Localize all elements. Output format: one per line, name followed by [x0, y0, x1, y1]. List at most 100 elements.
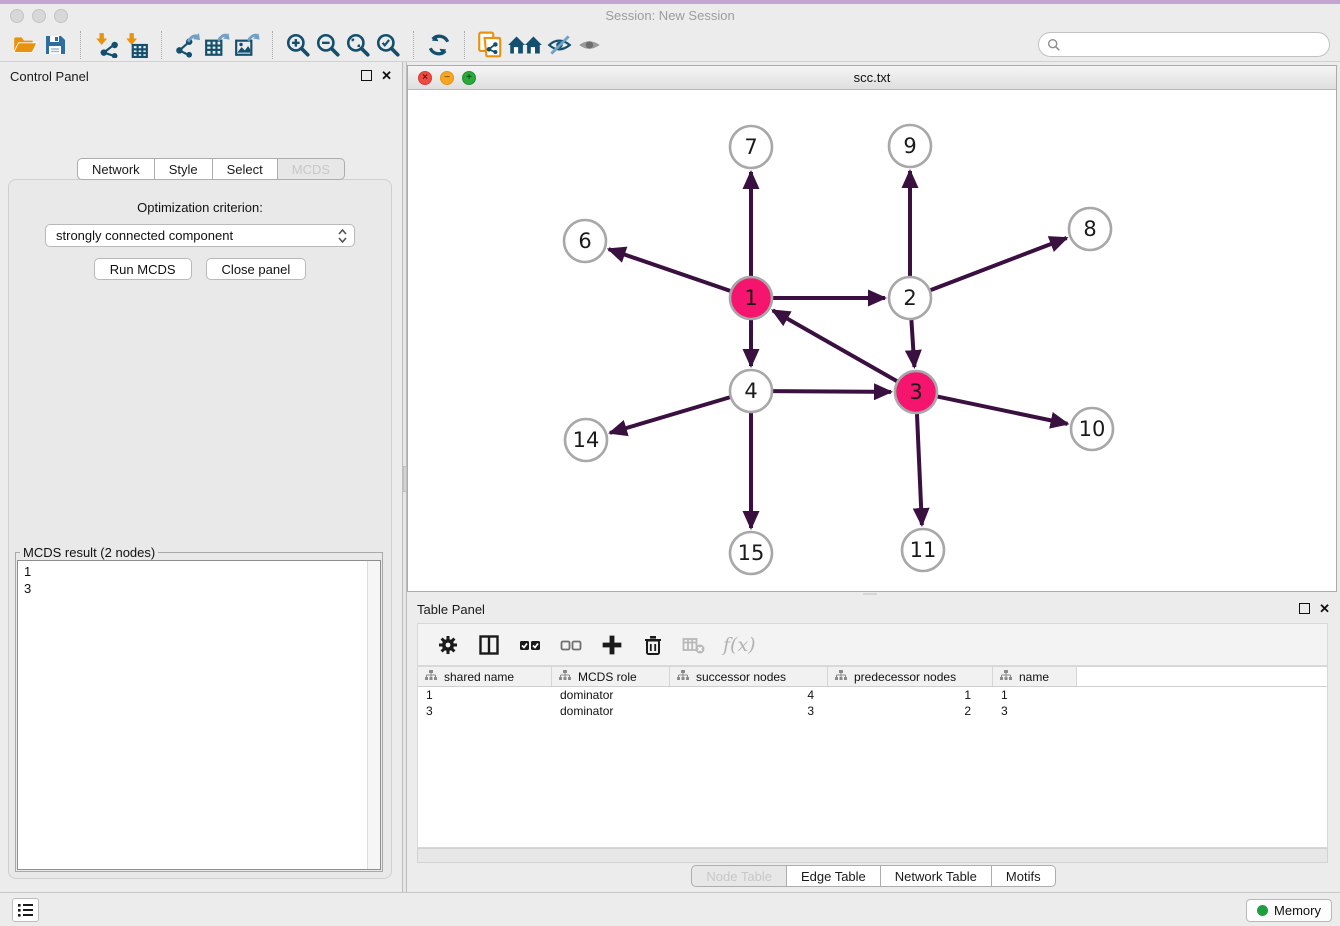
delete-table-icon[interactable] [682, 633, 706, 657]
close-table-panel-icon[interactable]: ✕ [1319, 601, 1330, 617]
node-label-3: 3 [909, 380, 922, 404]
import-table-icon[interactable] [121, 30, 151, 60]
node-table-body: 1dominator4113dominator323 [418, 687, 1327, 719]
table-tabs: Node TableEdge TableNetwork TableMotifs [407, 865, 1340, 887]
tree-icon [835, 670, 847, 684]
search-icon [1047, 38, 1061, 52]
column-header-name[interactable]: name [993, 667, 1077, 686]
tab-motifs[interactable]: Motifs [992, 865, 1056, 887]
mcds-panel: Optimization criterion: strongly connect… [8, 179, 392, 879]
apply-layout-icon[interactable] [424, 30, 454, 60]
show-columns-icon[interactable] [477, 633, 501, 657]
import-network-icon[interactable] [91, 30, 121, 60]
table-cell-filler [1077, 687, 1327, 703]
tab-select[interactable]: Select [213, 158, 278, 180]
export-image-icon[interactable] [232, 30, 262, 60]
network-view-window: × − + scc.txt 7968124314101511 [407, 65, 1337, 592]
float-table-panel-icon[interactable] [1299, 603, 1310, 614]
dropdown-value: strongly connected component [56, 228, 233, 243]
node-label-9: 9 [903, 134, 916, 158]
delete-column-trash-icon[interactable] [641, 633, 665, 657]
edge-1-6[interactable] [609, 249, 731, 291]
export-table-icon[interactable] [202, 30, 232, 60]
status-bar: Memory [0, 892, 1340, 926]
search-input[interactable] [1065, 37, 1329, 52]
result-scrollbar[interactable] [367, 561, 380, 869]
tab-network-table[interactable]: Network Table [881, 865, 992, 887]
save-session-icon[interactable] [40, 30, 70, 60]
tree-icon [425, 670, 437, 684]
network-graph: 7968124314101511 [408, 90, 1336, 591]
zoom-fit-icon[interactable] [343, 30, 373, 60]
memory-status-icon [1257, 905, 1268, 916]
search-box[interactable] [1038, 32, 1330, 57]
table-cell: dominator [552, 703, 670, 719]
tree-icon [677, 670, 689, 684]
show-panel-eye-icon[interactable] [575, 30, 605, 60]
mcds-result-area[interactable]: 1 3 [17, 560, 381, 870]
edge-4-3[interactable] [773, 391, 891, 392]
table-cell: dominator [552, 687, 670, 703]
table-toolbar: f(x) [417, 623, 1328, 666]
close-panel-icon[interactable]: ✕ [381, 68, 392, 84]
add-column-icon[interactable] [600, 633, 624, 657]
table-row[interactable]: 3dominator323 [418, 703, 1327, 719]
column-header-predecessor-nodes[interactable]: predecessor nodes [828, 667, 993, 686]
close-panel-button[interactable]: Close panel [206, 258, 307, 280]
zoom-out-icon[interactable] [313, 30, 343, 60]
tab-node-table[interactable]: Node Table [691, 865, 787, 887]
select-all-icon[interactable] [518, 633, 542, 657]
dropdown-stepper-icon [337, 227, 348, 245]
table-cell: 3 [670, 703, 828, 719]
table-cell: 1 [828, 687, 993, 703]
tab-style[interactable]: Style [155, 158, 213, 180]
export-network-icon[interactable] [172, 30, 202, 60]
tab-edge-table[interactable]: Edge Table [787, 865, 881, 887]
tree-icon [559, 670, 571, 684]
node-label-7: 7 [744, 135, 757, 159]
memory-button[interactable]: Memory [1246, 899, 1332, 922]
control-panel: Control Panel ✕ NetworkStyleSelectMCDS O… [0, 62, 402, 892]
column-header-shared-name[interactable]: shared name [418, 667, 552, 686]
mcds-result-lines: 1 3 [18, 561, 380, 599]
table-options-gear-icon[interactable] [436, 633, 460, 657]
zoom-in-icon[interactable] [283, 30, 313, 60]
duplicate-network-icon[interactable] [475, 30, 505, 60]
table-row[interactable]: 1dominator411 [418, 687, 1327, 703]
function-builder-icon[interactable]: f(x) [723, 634, 756, 656]
optimization-criterion-dropdown[interactable]: strongly connected component [45, 224, 355, 247]
hide-panel-eye-icon[interactable] [545, 30, 575, 60]
control-panel-tabs: NetworkStyleSelectMCDS [77, 158, 345, 180]
float-panel-icon[interactable] [361, 70, 372, 81]
node-label-10: 10 [1079, 417, 1106, 441]
network-window-title: scc.txt [408, 70, 1336, 85]
open-session-icon[interactable] [10, 30, 40, 60]
edge-2-8[interactable] [931, 238, 1067, 290]
edge-2-3[interactable] [911, 320, 914, 367]
table-panel: Table Panel ✕ [407, 595, 1340, 890]
task-history-button[interactable] [12, 898, 39, 922]
tab-network[interactable]: Network [77, 158, 155, 180]
column-header-MCDS-role[interactable]: MCDS role [552, 667, 670, 686]
control-panel-title: Control Panel [10, 69, 89, 84]
network-canvas[interactable]: 7968124314101511 [408, 90, 1336, 591]
table-panel-title: Table Panel [417, 602, 485, 617]
node-label-6: 6 [578, 229, 591, 253]
table-cell: 3 [418, 703, 552, 719]
node-label-15: 15 [738, 541, 765, 565]
memory-label: Memory [1274, 903, 1321, 918]
edge-3-11[interactable] [917, 414, 922, 525]
zoom-selected-icon[interactable] [373, 30, 403, 60]
table-scroll-strip[interactable] [417, 848, 1328, 863]
edge-4-14[interactable] [610, 397, 730, 433]
run-mcds-button[interactable]: Run MCDS [94, 258, 192, 280]
home-view-icon[interactable] [505, 30, 545, 60]
network-window-titlebar[interactable]: × − + scc.txt [408, 66, 1336, 90]
table-cell: 4 [670, 687, 828, 703]
edge-3-10[interactable] [938, 397, 1068, 424]
tab-mcds[interactable]: MCDS [278, 158, 345, 180]
column-header-successor-nodes[interactable]: successor nodes [670, 667, 828, 686]
deselect-all-icon[interactable] [559, 633, 583, 657]
node-label-14: 14 [573, 428, 600, 452]
edge-3-1[interactable] [773, 310, 897, 381]
